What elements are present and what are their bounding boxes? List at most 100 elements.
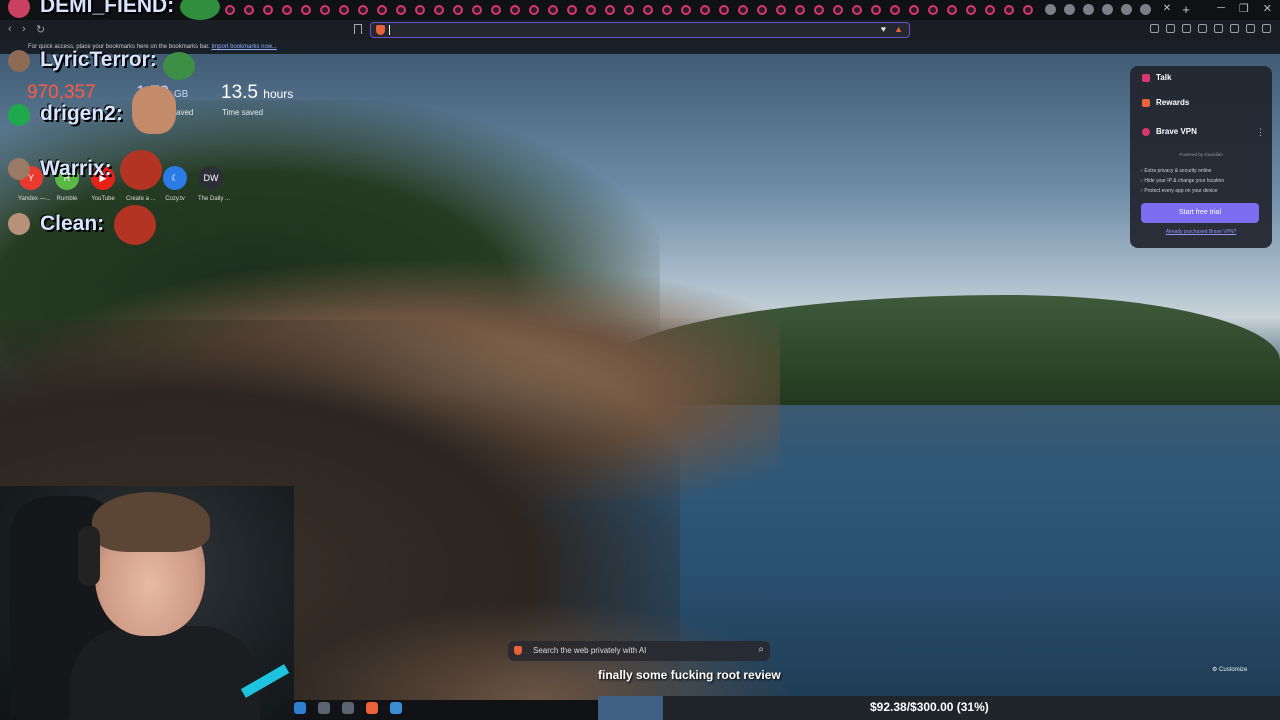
pinned-tab[interactable]: [263, 5, 273, 15]
search-icon[interactable]: ⌕: [758, 644, 764, 655]
menu-icon[interactable]: [1262, 24, 1271, 33]
pinned-tab[interactable]: [776, 5, 786, 15]
vpn-widget[interactable]: Brave VPN: [1142, 127, 1197, 136]
pinned-tab[interactable]: [833, 5, 843, 15]
pinned-tab[interactable]: [947, 5, 957, 15]
steam-icon[interactable]: [294, 702, 306, 714]
wallet-icon[interactable]: [1166, 24, 1175, 33]
pinned-tab[interactable]: [301, 5, 311, 15]
pinned-tab[interactable]: [700, 5, 710, 15]
pinned-tab[interactable]: [434, 5, 444, 15]
extensions-icon[interactable]: [1150, 24, 1159, 33]
pinned-tab[interactable]: [225, 5, 235, 15]
pinned-tab[interactable]: [415, 5, 425, 15]
talk-widget[interactable]: Talk: [1142, 73, 1171, 82]
chat-username: Clean:: [40, 212, 105, 235]
app-icon[interactable]: [318, 702, 330, 714]
volume-icon[interactable]: [390, 702, 402, 714]
customize-button[interactable]: ⚙ Customize: [1212, 666, 1247, 673]
pinned-tab[interactable]: [852, 5, 862, 15]
pinned-tab[interactable]: [491, 5, 501, 15]
vpn-shield-icon: [1142, 127, 1150, 136]
pinned-tab[interactable]: [643, 5, 653, 15]
pinned-tab[interactable]: [966, 5, 976, 15]
rewards-widget[interactable]: Rewards: [1142, 98, 1189, 107]
pinned-tab[interactable]: [1004, 5, 1014, 15]
vpn-features: Extra privacy & security online Hide you…: [1140, 166, 1224, 196]
pinned-tab[interactable]: [358, 5, 368, 15]
vpn-icon[interactable]: [1246, 24, 1255, 33]
pinned-tabs[interactable]: [225, 5, 1033, 15]
chat-username: Warrix:: [40, 157, 112, 180]
pinned-tab[interactable]: [567, 5, 577, 15]
new-tab-icon[interactable]: +: [1178, 2, 1194, 18]
app-icon[interactable]: [342, 702, 354, 714]
shields-icon[interactable]: ♥: [881, 24, 886, 34]
brave-logo-icon: [514, 646, 522, 655]
pinned-tab[interactable]: [510, 5, 520, 15]
pinned-tab[interactable]: [985, 5, 995, 15]
chat-avatar: [8, 50, 30, 72]
vpn-powered-by: Powered by Guardian: [1179, 152, 1223, 157]
playlist-icon[interactable]: [1182, 24, 1191, 33]
import-bookmarks-link[interactable]: Import bookmarks now...: [211, 44, 276, 50]
pinned-tab[interactable]: [244, 5, 254, 15]
brave-shield-icon[interactable]: [376, 25, 385, 35]
headset-icon: [78, 526, 100, 586]
start-free-trial-button[interactable]: Start free trial: [1141, 203, 1259, 223]
pinned-tab[interactable]: [396, 5, 406, 15]
top-site-tile[interactable]: DW The Daily ...: [198, 166, 230, 202]
webcam-feed: [0, 486, 294, 720]
pinned-tab[interactable]: [320, 5, 330, 15]
already-purchased-link[interactable]: Already purchased Brave VPN?: [1130, 229, 1272, 235]
pinned-tab[interactable]: [738, 5, 748, 15]
pinned-tab[interactable]: [377, 5, 387, 15]
streamer-hair: [92, 492, 210, 552]
pinned-tab[interactable]: [871, 5, 881, 15]
emote-screaming: [114, 205, 156, 245]
chat-avatar: [8, 158, 30, 180]
pinned-tab[interactable]: [719, 5, 729, 15]
pinned-tab[interactable]: [890, 5, 900, 15]
reload-icon[interactable]: ↻: [36, 23, 45, 36]
top-site-tile[interactable]: ☾ Cozy.tv: [162, 166, 188, 202]
brave-icon[interactable]: [366, 702, 378, 714]
pinned-tab[interactable]: [339, 5, 349, 15]
pinned-tab[interactable]: [757, 5, 767, 15]
pinned-tab[interactable]: [909, 5, 919, 15]
pinned-tab[interactable]: [453, 5, 463, 15]
site-label: Cozy.tv: [165, 196, 185, 202]
toolbar-icons: [1150, 24, 1271, 33]
pinned-tab[interactable]: [548, 5, 558, 15]
window-close-icon[interactable]: ✕: [1263, 2, 1272, 15]
pinned-tab[interactable]: [795, 5, 805, 15]
more-options-icon[interactable]: ⋮: [1256, 127, 1265, 138]
chat-username: LyricTerror:: [40, 48, 157, 71]
pinned-tab[interactable]: [605, 5, 615, 15]
pinned-tab[interactable]: [586, 5, 596, 15]
extra-tabs[interactable]: [1045, 4, 1151, 15]
pinned-tab[interactable]: [624, 5, 634, 15]
pinned-tab[interactable]: [681, 5, 691, 15]
rewards-icon[interactable]: ▲: [894, 24, 903, 34]
bookmark-icon[interactable]: [354, 24, 362, 34]
back-icon[interactable]: ‹: [8, 23, 12, 35]
maximize-icon[interactable]: ❐: [1239, 2, 1249, 15]
sidebar-icon[interactable]: [1198, 24, 1207, 33]
chat-avatar: [8, 213, 30, 235]
pinned-tab[interactable]: [529, 5, 539, 15]
minimize-icon[interactable]: ─: [1217, 2, 1225, 15]
tab-close-icon[interactable]: ✕: [1160, 2, 1174, 16]
vpn-feature-item: Extra privacy & security online: [1140, 166, 1224, 176]
pinned-tab[interactable]: [928, 5, 938, 15]
pinned-tab[interactable]: [814, 5, 824, 15]
pinned-tab[interactable]: [662, 5, 672, 15]
address-bar[interactable]: ♥ ▲: [370, 22, 910, 38]
forward-icon[interactable]: ›: [22, 23, 26, 35]
settings-icon[interactable]: [1230, 24, 1239, 33]
ai-search-box[interactable]: Search the web privately with AI ⌕: [508, 641, 770, 661]
pinned-tab[interactable]: [472, 5, 482, 15]
pinned-tab[interactable]: [282, 5, 292, 15]
downloads-icon[interactable]: [1214, 24, 1223, 33]
pinned-tab[interactable]: [1023, 5, 1033, 15]
